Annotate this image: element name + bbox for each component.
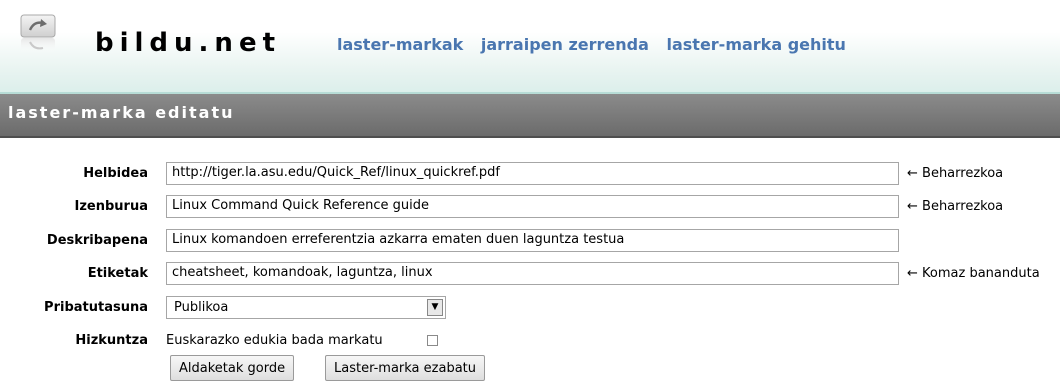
address-row: Helbidea http://tiger.la.asu.edu/Quick_R… [0,162,1060,188]
page-title: laster-marka editatu [8,103,235,122]
privacy-row: Pribatutasuna Publikoa ▼ [0,296,1060,322]
tags-hint: ← Komaz bananduta [907,266,1040,281]
title-input[interactable]: Linux Command Quick Reference guide [166,195,899,218]
description-label: Deskribapena [46,233,148,248]
save-changes-button[interactable]: Aldaketak gorde [170,355,295,381]
privacy-selected-value: Publikoa [174,300,229,315]
nav-bookmarks-link[interactable]: laster-markak [337,35,463,54]
tags-label: Etiketak [87,266,148,281]
language-label: Hizkuntza [75,333,148,348]
main-nav: laster-markak jarraipen zerrenda laster-… [337,35,858,54]
address-label: Helbidea [83,166,148,181]
address-input[interactable]: http://tiger.la.asu.edu/Quick_Ref/linux_… [166,162,899,185]
privacy-label: Pribatutasuna [44,300,148,315]
basque-content-checkbox[interactable] [427,335,438,346]
site-logo[interactable]: bildu.net [95,28,281,58]
tags-row: Etiketak cheatsheet, komandoak, laguntza… [0,262,1060,288]
nav-watchlist-link[interactable]: jarraipen zerrenda [481,35,649,54]
site-header: bildu.net laster-markak jarraipen zerren… [0,0,1060,94]
nav-add-bookmark-link[interactable]: laster-marka gehitu [666,35,845,54]
logo-refresh-icon[interactable] [20,14,56,54]
description-input[interactable]: Linux komandoen erreferentzia azkarra em… [166,229,899,252]
address-required-hint: ← Beharrezkoa [907,166,1004,181]
title-row: Izenburua Linux Command Quick Reference … [0,195,1060,221]
page-title-bar: laster-marka editatu [0,94,1060,138]
delete-bookmark-button[interactable]: Laster-marka ezabatu [325,355,485,381]
title-label: Izenburua [74,199,148,214]
privacy-select[interactable]: Publikoa ▼ [166,296,446,319]
chevron-down-icon[interactable]: ▼ [427,299,443,316]
language-checkbox-label: Euskarazko edukia bada markatu [166,333,383,348]
title-required-hint: ← Beharrezkoa [907,199,1004,214]
buttons-row: Aldaketak gorde Laster-marka ezabatu [0,355,1060,381]
tags-input[interactable]: cheatsheet, komandoak, laguntza, linux [166,262,899,285]
description-row: Deskribapena Linux komandoen erreferentz… [0,229,1060,255]
language-row: Hizkuntza Euskarazko edukia bada markatu [0,329,1060,355]
